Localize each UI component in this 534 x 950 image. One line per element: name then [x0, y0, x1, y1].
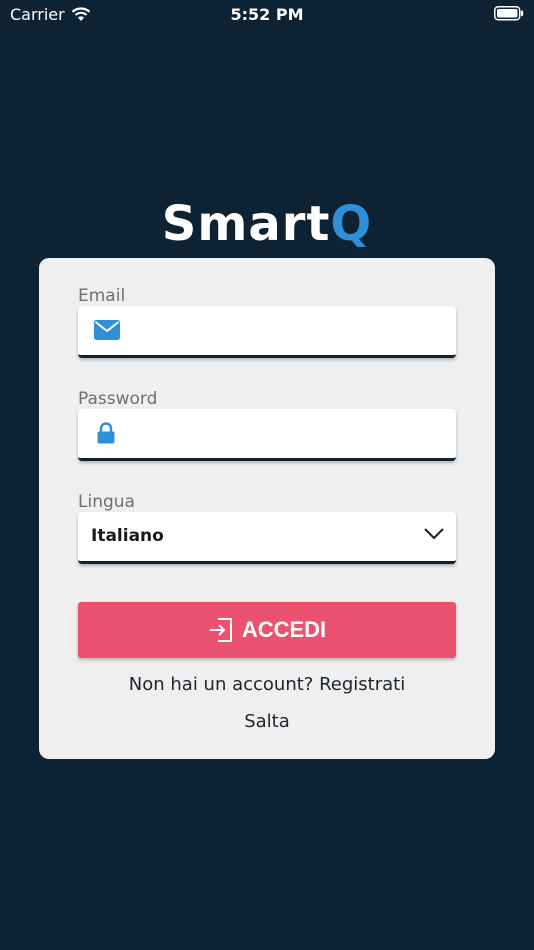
app-logo: SmartQ — [0, 196, 534, 252]
status-time: 5:52 PM — [230, 5, 304, 24]
skip-link[interactable]: Salta — [39, 711, 495, 732]
language-select[interactable]: Italiano — [78, 512, 456, 564]
email-input[interactable] — [134, 306, 444, 355]
email-label: Email — [78, 286, 126, 306]
status-bar: Carrier 5:52 PM — [0, 0, 534, 28]
mail-icon — [94, 320, 120, 340]
lock-icon — [97, 422, 115, 444]
login-card: Email Password Lingua Italiano ACCEDI No… — [39, 258, 495, 759]
chevron-down-icon — [424, 528, 444, 540]
login-icon — [209, 618, 232, 642]
password-field[interactable] — [78, 409, 456, 461]
language-value: Italiano — [91, 526, 164, 546]
battery-icon — [494, 6, 524, 25]
password-input[interactable] — [134, 409, 444, 458]
email-field[interactable] — [78, 306, 456, 358]
logo-text-accent: Q — [330, 196, 373, 252]
register-link[interactable]: Non hai un account? Registrati — [39, 674, 495, 695]
logo-text-main: Smart — [161, 196, 331, 252]
login-button[interactable]: ACCEDI — [78, 602, 456, 658]
language-label: Lingua — [78, 492, 135, 512]
login-button-label: ACCEDI — [241, 617, 327, 642]
password-label: Password — [78, 389, 158, 409]
